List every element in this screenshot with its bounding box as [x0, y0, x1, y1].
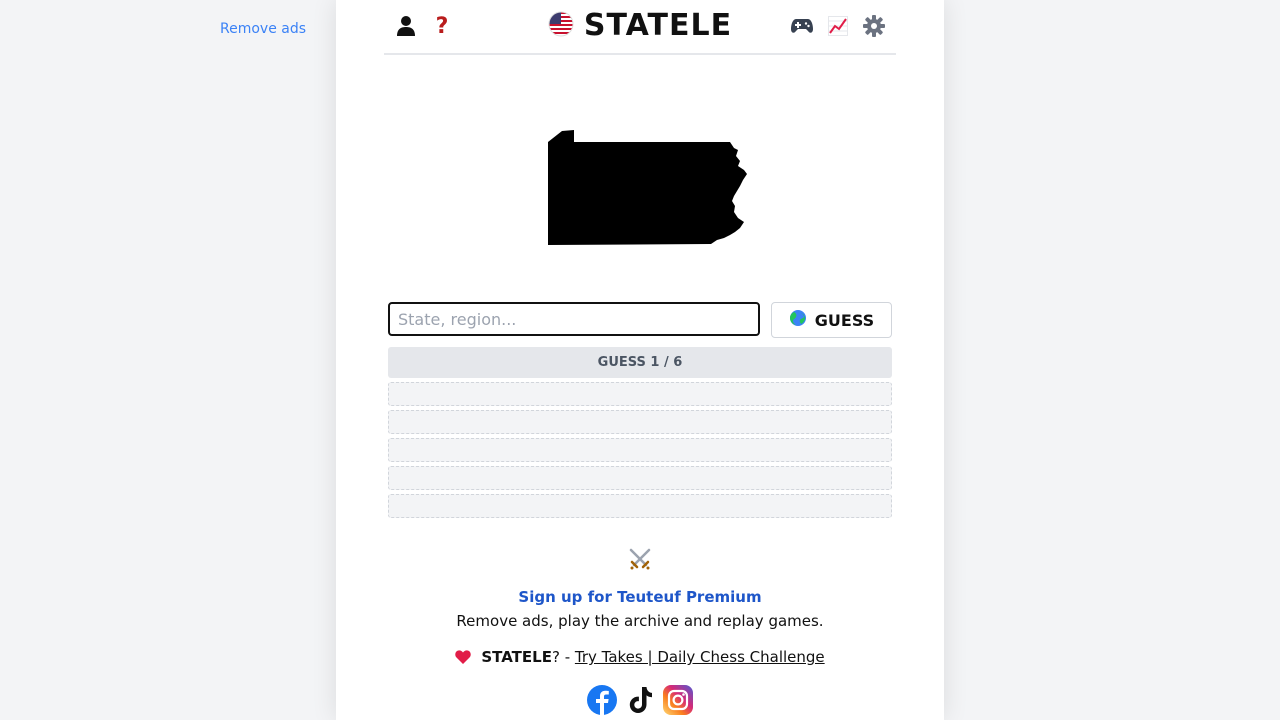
guess-row: GUESS [388, 302, 892, 338]
guess-slot [388, 494, 892, 518]
game-panel: ? STATELE State, region... GUESS GUESS 1… [336, 0, 944, 720]
brand-name: STATELE [481, 648, 552, 666]
page-title: STATELE [583, 8, 733, 43]
tiktok-icon[interactable] [624, 684, 656, 716]
stats-chart-icon[interactable] [826, 14, 850, 38]
gamepad-icon[interactable] [790, 14, 814, 38]
guess-button-label: GUESS [814, 310, 875, 330]
premium-description: Remove ads, play the archive and replay … [456, 612, 824, 630]
header-right-actions [790, 14, 886, 38]
premium-signup-link[interactable]: Sign up for Teuteuf Premium [336, 588, 944, 606]
header: ? STATELE [384, 0, 896, 55]
facebook-icon[interactable] [586, 684, 618, 716]
guess-button[interactable]: GUESS [771, 302, 892, 338]
guess-input[interactable] [388, 302, 760, 336]
cross-promo: STATELE ? - Try Takes | Daily Chess Chal… [336, 648, 944, 666]
promo-separator: ? - [551, 648, 575, 666]
social-links [336, 684, 944, 716]
crossed-swords-icon [628, 548, 652, 570]
state-silhouette [548, 130, 748, 248]
takes-link[interactable]: Try Takes | Daily Chess Challenge [575, 648, 825, 666]
instagram-icon[interactable] [662, 684, 694, 716]
guess-slot [388, 410, 892, 434]
guess-slot [388, 382, 892, 406]
remove-ads-link[interactable]: Remove ads [220, 21, 306, 37]
guess-slot [388, 438, 892, 462]
us-flag-icon [548, 11, 574, 41]
globe-icon [789, 309, 807, 331]
gear-icon[interactable] [862, 14, 886, 38]
guess-counter: GUESS 1 / 6 [388, 347, 892, 378]
guess-slot [388, 466, 892, 490]
heart-icon [455, 650, 472, 664]
